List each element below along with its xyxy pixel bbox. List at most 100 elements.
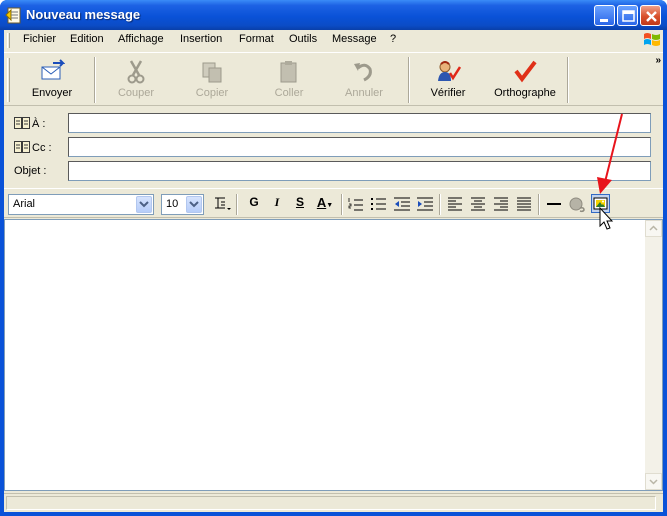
cc-label[interactable]: Cc : <box>14 141 52 154</box>
menu-outils[interactable]: Outils <box>289 33 317 45</box>
insert-picture-icon <box>593 197 608 210</box>
font-dropdown-button[interactable] <box>136 196 152 213</box>
maximize-icon <box>622 10 635 22</box>
bullet-list-button[interactable] <box>369 195 389 213</box>
font-color-button[interactable]: A▼ <box>313 195 337 213</box>
cut-button[interactable]: Couper <box>106 55 166 105</box>
align-left-button[interactable] <box>445 195 465 213</box>
paste-label: Coller <box>274 87 304 99</box>
window-client-area: Fichier Edition Affichage Insertion Form… <box>4 30 663 512</box>
spelling-icon <box>514 60 537 83</box>
send-label: Envoyer <box>31 87 73 99</box>
subject-field[interactable] <box>68 161 651 181</box>
subject-label: Objet : <box>14 165 47 177</box>
numbered-list-button[interactable] <box>346 195 366 213</box>
underline-button[interactable]: S <box>290 195 310 213</box>
align-center-button[interactable] <box>468 195 488 213</box>
menu-format[interactable]: Format <box>239 33 274 45</box>
horizontal-line-icon <box>547 203 561 205</box>
align-right-button[interactable] <box>491 195 511 213</box>
increase-indent-icon <box>417 197 433 211</box>
align-center-icon <box>471 197 485 211</box>
send-button[interactable]: Envoyer <box>22 55 82 105</box>
font-size-dropdown-button[interactable] <box>186 196 202 213</box>
toolbar-separator <box>567 57 569 103</box>
toolbar-separator <box>94 57 96 103</box>
chevron-down-icon <box>139 201 149 208</box>
scroll-up-button[interactable] <box>645 220 662 237</box>
increase-indent-button[interactable] <box>415 195 435 213</box>
undo-icon <box>354 63 372 82</box>
paste-button[interactable]: Coller <box>259 55 319 105</box>
check-names-button[interactable]: Vérifier <box>418 55 478 105</box>
close-button[interactable] <box>640 5 661 26</box>
check-names-icon <box>438 61 461 81</box>
scroll-down-arrow-icon <box>649 479 658 485</box>
copy-icon <box>202 62 222 83</box>
font-size-select-value: 10 <box>166 198 179 210</box>
copy-button[interactable]: Copier <box>182 55 242 105</box>
close-icon <box>646 11 657 22</box>
paste-icon <box>280 61 297 83</box>
paragraph-style-button[interactable] <box>212 195 232 213</box>
insert-picture-button[interactable] <box>591 194 610 213</box>
formatbar-separator <box>439 194 441 215</box>
formatbar-separator <box>538 194 540 215</box>
message-body-editor[interactable] <box>4 219 663 491</box>
to-field[interactable] <box>68 113 651 133</box>
numbered-list-icon <box>346 195 363 213</box>
menu-insertion[interactable]: Insertion <box>180 33 222 45</box>
cc-field[interactable] <box>68 137 651 157</box>
font-size-select[interactable]: 10 <box>161 194 204 215</box>
menu-help[interactable]: ? <box>390 33 396 45</box>
formatbar-separator <box>236 194 238 215</box>
justify-button[interactable] <box>514 195 534 213</box>
message-header-fields: À : Cc : Objet : <box>4 108 663 184</box>
menu-affichage[interactable]: Affichage <box>118 33 164 45</box>
align-left-icon <box>448 197 462 211</box>
decrease-indent-button[interactable] <box>392 195 412 213</box>
standard-toolbar: Envoyer Couper Copier Coller Annuler Vér… <box>4 52 663 106</box>
maximize-button[interactable] <box>617 5 638 26</box>
menu-bar: Fichier Edition Affichage Insertion Form… <box>4 30 663 50</box>
font-select-value: Arial <box>13 198 36 210</box>
horizontal-line-button[interactable] <box>544 195 564 213</box>
copy-label: Copier <box>195 87 229 99</box>
to-label-text: À : <box>32 118 46 130</box>
font-select[interactable]: Arial <box>8 194 154 215</box>
to-label[interactable]: À : <box>14 117 45 130</box>
justify-icon <box>517 197 531 211</box>
undo-button[interactable]: Annuler <box>334 55 394 105</box>
cc-label-text: Cc : <box>32 142 52 154</box>
spelling-button[interactable]: Orthographe <box>486 55 564 105</box>
bold-button[interactable]: G <box>244 195 264 213</box>
spelling-label: Orthographe <box>494 87 556 99</box>
paragraph-style-icon <box>215 197 231 210</box>
menu-edition[interactable]: Edition <box>70 33 104 45</box>
italic-button[interactable]: I <box>267 195 287 213</box>
subject-row: Objet : <box>4 161 663 183</box>
menu-message[interactable]: Message <box>332 33 377 45</box>
send-icon <box>41 59 65 80</box>
editor-vertical-scrollbar[interactable] <box>645 220 662 490</box>
toolbar-overflow-chevron-icon[interactable]: » <box>655 55 660 66</box>
cut-label: Couper <box>117 87 155 99</box>
decrease-indent-icon <box>394 197 410 211</box>
font-color-label: A <box>316 195 327 210</box>
bullet-list-icon <box>371 198 386 210</box>
hyperlink-button[interactable] <box>567 195 587 213</box>
menubar-grip[interactable] <box>7 33 10 48</box>
scroll-down-button[interactable] <box>645 473 662 490</box>
menu-fichier[interactable]: Fichier <box>23 33 56 45</box>
hyperlink-icon <box>569 197 585 213</box>
compose-window: Nouveau message Fichier Edition Affichag… <box>0 0 667 516</box>
minimize-button[interactable] <box>594 5 615 26</box>
window-title: Nouveau message <box>26 7 141 22</box>
formatting-toolbar: Arial 10 G I S A▼ <box>4 188 663 218</box>
new-message-icon <box>5 7 21 24</box>
scroll-up-arrow-icon <box>649 225 658 231</box>
formatbar-separator <box>341 194 343 215</box>
toolbar-grip[interactable] <box>7 58 10 102</box>
title-bar[interactable]: Nouveau message <box>0 0 667 30</box>
minimize-icon <box>600 19 608 22</box>
